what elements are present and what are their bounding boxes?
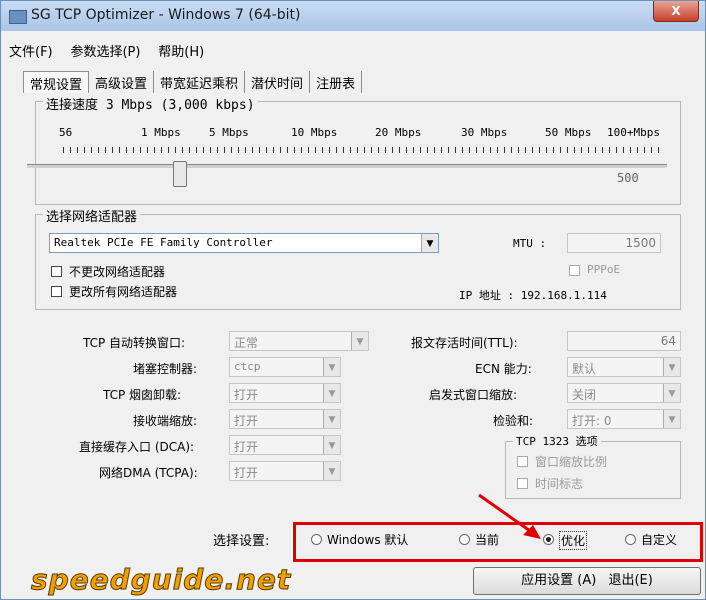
netdma-label: 网络DMA (TCPA): [99,466,198,480]
change-all-adapters-checkbox[interactable] [51,286,62,297]
checksum-value: 打开: 0 [572,414,612,428]
title-bar: SG TCP Optimizer - Windows 7 (64-bit) X [1,1,705,31]
ecn-label: ECN 能力: [475,362,532,376]
tab-bdp[interactable]: 带宽延迟乘积 [154,71,246,93]
tick-56: 56 [59,126,73,139]
netdma-select[interactable]: 打开 ▼ [229,461,341,481]
speed-legend: 连接速度 3 Mbps (3,000 kbps) [43,94,258,113]
heuristics-label: 启发式窗口缩放: [429,388,518,402]
checksum-label: 检验和: [493,414,534,428]
rss-label: 接收端缩放: [133,414,198,428]
radio-windows-default-label: Windows 默认 [327,533,409,547]
congestion-provider-value: ctcp [234,360,261,373]
ecn-value: 默认 [572,362,597,376]
netdma-value: 打开 [234,466,259,480]
radio-custom[interactable] [625,534,636,545]
chevron-down-icon: ▼ [663,358,680,376]
chevron-down-icon: ▼ [663,410,680,428]
timestamps-checkbox[interactable] [517,478,528,489]
radio-optimal-label: 优化 [559,531,588,550]
mtu-field[interactable]: 1500 [567,233,661,253]
speed-tick-marks [63,147,663,153]
adapter-legend: 选择网络适配器 [43,206,141,225]
no-change-adapter-checkbox[interactable] [51,266,62,277]
speed-scale-value: 500 [617,171,639,185]
ttl-label: 报文存活时间(TTL): [411,336,518,350]
app-icon [9,10,27,24]
window-title: SG TCP Optimizer - Windows 7 (64-bit) [31,7,301,23]
mtu-label: MTU : [513,237,547,250]
apply-settings-label: 应用设置 (A) [521,573,597,588]
radio-current[interactable] [459,534,470,545]
chevron-down-icon: ▼ [663,384,680,402]
chevron-down-icon: ▼ [351,332,368,350]
chevron-down-icon: ▼ [421,234,438,252]
window-scaling-label: 窗口缩放比例 [535,455,608,469]
pppoe-label: PPPoE [587,263,621,276]
tab-strip: 常规设置 高级设置 带宽延迟乘积 潜伏时间 注册表 [23,71,363,93]
rss-value: 打开 [234,414,259,428]
dca-value: 打开 [234,440,259,454]
tcp-autotuning-label: TCP 自动转换窗口: [83,336,186,350]
congestion-provider-label: 堵塞控制器: [133,362,198,376]
menu-help[interactable]: 帮助(H) [158,45,204,60]
dca-label: 直接缓存入口 (DCA): [79,440,195,454]
pppoe-checkbox[interactable] [569,265,580,276]
ip-address: IP 地址 : 192.168.1.114 [459,289,607,302]
tick-100mbps: 100+Mbps [607,126,660,139]
tick-1mbps: 1 Mbps [141,126,181,139]
no-change-adapter-label: 不更改网络适配器 [69,265,166,279]
speed-slider-track[interactable] [27,164,667,168]
tab-registry[interactable]: 注册表 [310,71,363,93]
menu-bar: 文件(F) 参数选择(P) 帮助(H) [9,41,218,61]
choose-settings-label: 选择设置: [213,534,270,549]
chevron-down-icon: ▼ [323,384,340,402]
speed-group [35,101,681,205]
heuristics-select[interactable]: 关闭 ▼ [567,383,681,403]
exit-label[interactable]: 退出(E) [608,573,652,588]
tick-20mbps: 20 Mbps [375,126,422,139]
speed-slider-thumb[interactable] [173,161,187,187]
chevron-down-icon: ▼ [323,436,340,454]
tick-30mbps: 30 Mbps [461,126,508,139]
chimney-offload-select[interactable]: 打开 ▼ [229,383,341,403]
congestion-provider-select[interactable]: ctcp ▼ [229,357,341,377]
speedguide-logo: speedguide.net [30,563,292,597]
tab-general[interactable]: 常规设置 [23,71,90,93]
tcp1323-legend: TCP 1323 选项 [513,433,601,449]
radio-windows-default[interactable] [311,534,322,545]
chevron-down-icon: ▼ [323,462,340,480]
radio-custom-label: 自定义 [641,533,678,547]
adapter-select-value: Realtek PCIe FE Family Controller [54,236,273,249]
checksum-select[interactable]: 打开: 0 ▼ [567,409,681,429]
chimney-offload-value: 打开 [234,388,259,402]
tick-5mbps: 5 Mbps [209,126,249,139]
tcp-autotuning-select[interactable]: 正常 ▼ [229,331,369,351]
tick-10mbps: 10 Mbps [291,126,338,139]
menu-preferences[interactable]: 参数选择(P) [70,45,140,60]
rss-select[interactable]: 打开 ▼ [229,409,341,429]
window-scaling-checkbox[interactable] [517,456,528,467]
tab-latency[interactable]: 潜伏时间 [245,71,311,93]
heuristics-value: 关闭 [572,388,597,402]
tick-50mbps: 50 Mbps [545,126,592,139]
change-all-adapters-label: 更改所有网络适配器 [69,285,178,299]
tcp-autotuning-value: 正常 [234,336,259,350]
ecn-select[interactable]: 默认 ▼ [567,357,681,377]
chimney-offload-label: TCP 烟囱卸载: [103,388,182,402]
app-window: SG TCP Optimizer - Windows 7 (64-bit) X … [0,0,706,600]
chevron-down-icon: ▼ [323,358,340,376]
dca-select[interactable]: 打开 ▼ [229,435,341,455]
adapter-select[interactable]: Realtek PCIe FE Family Controller ▼ [49,233,439,253]
menu-file[interactable]: 文件(F) [9,45,53,60]
chevron-down-icon: ▼ [323,410,340,428]
close-button[interactable]: X [653,1,699,22]
ttl-field[interactable]: 64 [567,331,681,351]
tab-advanced[interactable]: 高级设置 [89,71,155,93]
pointer-arrow-icon [478,493,541,539]
apply-settings-button[interactable]: 应用设置 (A) 退出(E) [473,567,701,595]
